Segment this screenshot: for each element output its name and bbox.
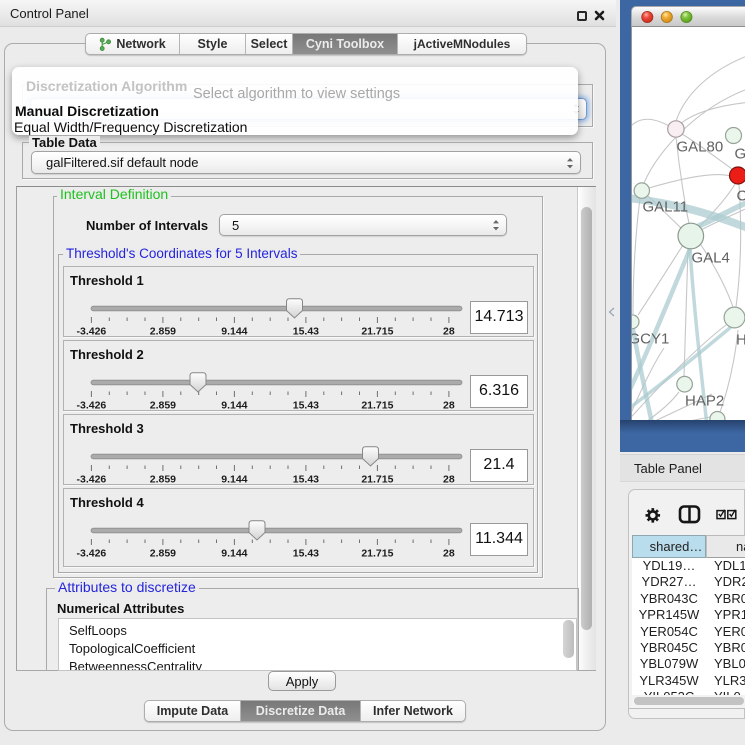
svg-text:28: 28 <box>443 400 455 411</box>
svg-text:2.859: 2.859 <box>150 548 176 559</box>
svg-text:9.144: 9.144 <box>221 474 247 485</box>
svg-text:-3.426: -3.426 <box>77 474 107 485</box>
svg-text:15.43: 15.43 <box>293 548 319 559</box>
svg-text:2.859: 2.859 <box>150 400 176 411</box>
svg-text:GAL4: GAL4 <box>692 250 730 267</box>
svg-text:21.715: 21.715 <box>361 474 393 485</box>
svg-text:-3.426: -3.426 <box>77 326 107 337</box>
svg-text:-3.426: -3.426 <box>77 548 107 559</box>
svg-text:-3.426: -3.426 <box>77 400 107 411</box>
svg-text:2.859: 2.859 <box>150 474 176 485</box>
svg-text:21.715: 21.715 <box>361 400 393 411</box>
svg-text:21.715: 21.715 <box>361 548 393 559</box>
svg-text:15.43: 15.43 <box>293 474 319 485</box>
svg-text:9.144: 9.144 <box>221 548 247 559</box>
svg-text:15.43: 15.43 <box>293 400 319 411</box>
svg-text:HI: HI <box>736 332 745 349</box>
svg-text:GAL80: GAL80 <box>677 139 724 156</box>
svg-text:HAP2: HAP2 <box>685 393 724 410</box>
svg-text:28: 28 <box>443 326 455 337</box>
svg-text:28: 28 <box>443 548 455 559</box>
svg-text:9.144: 9.144 <box>221 400 247 411</box>
svg-text:28: 28 <box>443 474 455 485</box>
svg-text:2.859: 2.859 <box>150 326 176 337</box>
svg-text:GA: GA <box>735 146 745 163</box>
svg-text:CY: CY <box>737 188 745 205</box>
svg-text:GCY1: GCY1 <box>632 331 669 348</box>
svg-text:GAL11: GAL11 <box>643 199 689 216</box>
svg-text:15.43: 15.43 <box>293 326 319 337</box>
svg-text:21.715: 21.715 <box>361 326 393 337</box>
svg-text:9.144: 9.144 <box>221 326 247 337</box>
